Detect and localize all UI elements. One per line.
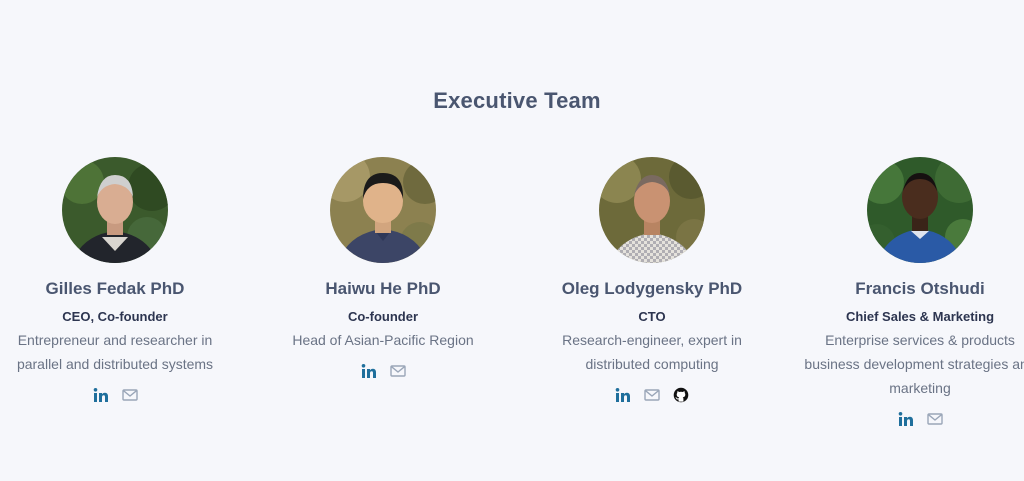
member-description: Entrepreneur and researcher in parallel …	[16, 332, 214, 372]
member-role: Chief Sales & Marketing	[845, 309, 995, 324]
team-member-card: Francis Otshudi Chief Sales & Marketing …	[800, 157, 1024, 427]
team-member-card: Oleg Lodygensky PhD CTO Research-enginee…	[532, 157, 772, 403]
email-icon[interactable]	[926, 411, 943, 427]
member-description: Research-engineer, expert in distributed…	[562, 332, 742, 372]
github-icon[interactable]	[673, 387, 689, 403]
member-name: Oleg Lodygensky PhD	[561, 279, 743, 298]
member-name: Francis Otshudi	[855, 279, 985, 298]
social-links	[0, 387, 235, 403]
avatar	[599, 157, 705, 263]
email-icon[interactable]	[389, 363, 406, 379]
member-name: Haiwu He PhD	[325, 279, 441, 298]
member-description: Enterprise services & products business …	[804, 332, 1024, 396]
linkedin-icon[interactable]	[93, 387, 109, 403]
social-links	[800, 411, 1024, 427]
section-title: Executive Team	[433, 88, 601, 113]
social-links	[532, 387, 772, 403]
linkedin-icon[interactable]	[898, 411, 914, 427]
team-member-card: Haiwu He PhD Co-founder Head of Asian-Pa…	[263, 157, 503, 379]
team-member-card: Gilles Fedak PhD CEO, Co-founder Entrepr…	[0, 157, 235, 403]
member-description: Head of Asian-Pacific Region	[292, 332, 474, 348]
member-role: CEO, Co-founder	[62, 309, 168, 324]
avatar	[330, 157, 436, 263]
member-name: Gilles Fedak PhD	[45, 279, 185, 298]
linkedin-icon[interactable]	[615, 387, 631, 403]
member-role: CTO	[638, 309, 666, 324]
member-role: Co-founder	[347, 309, 419, 324]
social-links	[263, 363, 503, 379]
email-icon[interactable]	[121, 387, 138, 403]
email-icon[interactable]	[644, 387, 660, 403]
linkedin-icon[interactable]	[361, 363, 377, 379]
avatar	[867, 157, 973, 263]
executive-team-section: Executive Team Gilles Fedak PhD CEO, Co-…	[0, 0, 1024, 481]
avatar	[62, 157, 168, 263]
